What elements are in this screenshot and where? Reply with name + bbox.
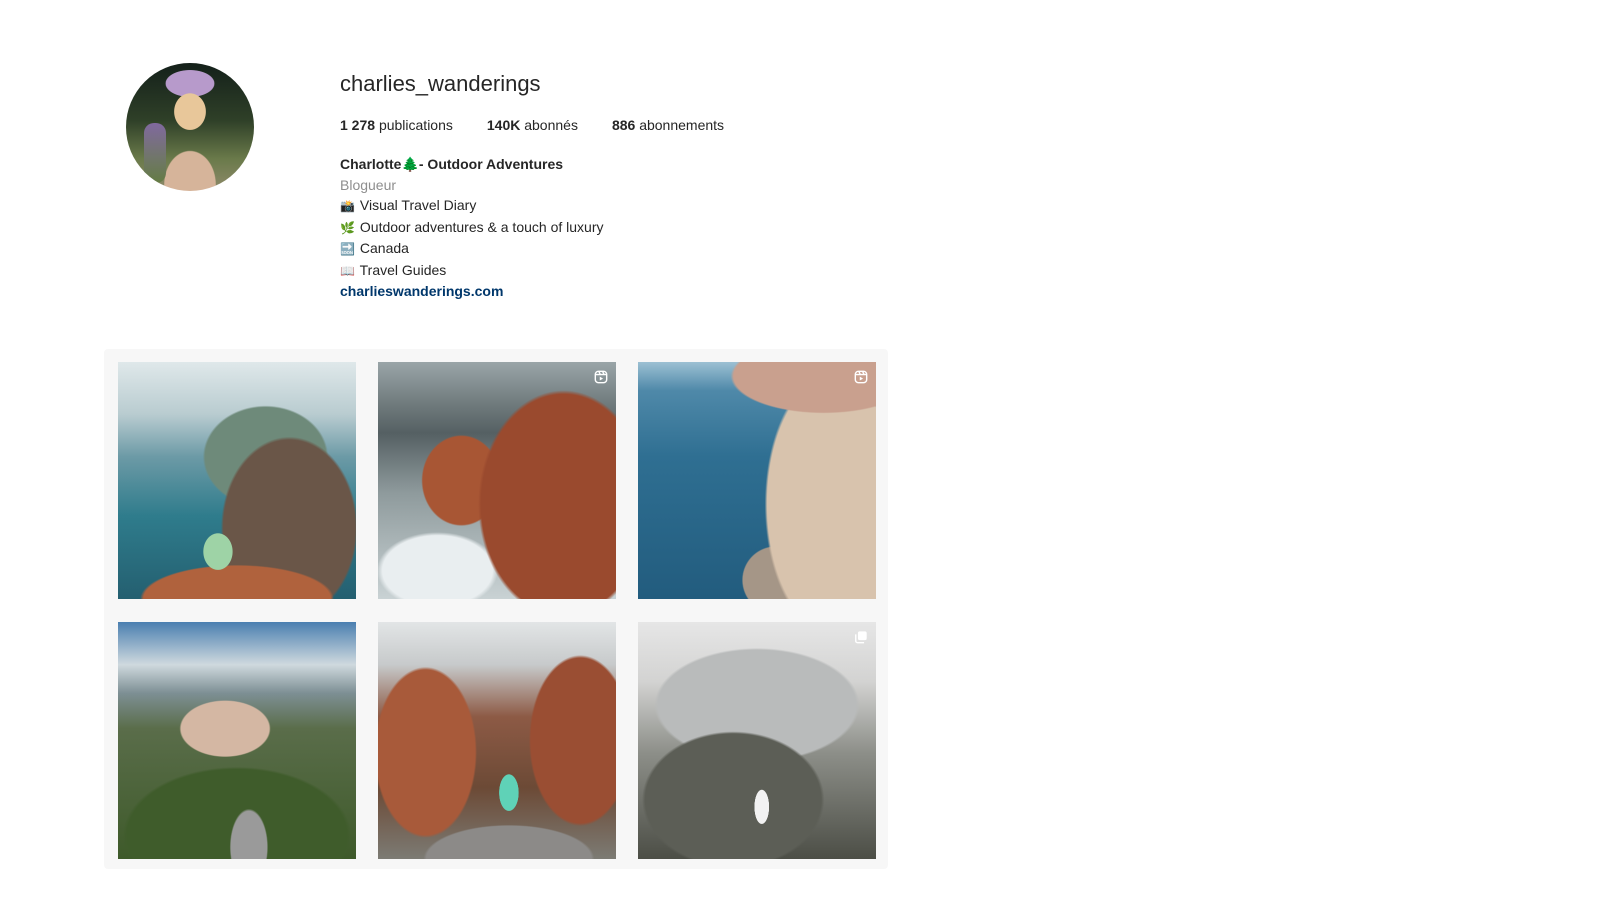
profile-header: charlies_wanderings 1 278 publications 1… [340,70,1060,302]
profile-avatar[interactable] [126,63,254,191]
bio-line-text: Visual Travel Diary [359,197,477,213]
following-stat[interactable]: 886 abonnements [612,116,724,134]
bio-line: 🔜 Canada [340,238,1060,260]
profile-bio: Charlotte🌲- Outdoor Adventures Blogueur … [340,154,1060,302]
bio-line: 📸 Visual Travel Diary [340,195,1060,217]
post-tile[interactable] [638,362,876,599]
post-tile[interactable] [378,622,616,859]
profile-category: Blogueur [340,176,397,193]
carousel-icon [854,630,868,644]
profile-display-name: Charlotte🌲- Outdoor Adventures [340,156,564,172]
post-photo-coastal-cliff [118,362,356,599]
following-label: abonnements [639,117,725,133]
post-tile[interactable] [638,622,876,859]
following-count: 886 [611,117,636,133]
open-book-icon: 📖 [340,263,355,278]
camera-icon: 📸 [340,199,355,213]
bio-line-text: Canada [359,240,409,256]
bio-line-text: Travel Guides [359,261,447,278]
profile-stats: 1 278 publications 140K abonnés 886 abon… [340,116,1060,134]
post-photo-mountain-village [118,622,356,859]
followers-stat[interactable]: 140K abonnés [487,116,578,134]
bio-line-text: Outdoor adventures & a touch of luxury [359,218,604,235]
followers-label: abonnés [524,117,578,133]
herb-icon: 🌿 [340,220,355,235]
bio-line: 🌿 Outdoor adventures & a touch of luxury [340,217,1060,239]
bio-line: 📖 Travel Guides [340,260,1060,282]
reel-icon [594,370,608,384]
post-photo-red-rock-canyon [378,622,616,859]
profile-username: charlies_wanderings [340,71,541,96]
profile-website-link[interactable]: charlieswanderings.com [340,281,503,302]
post-photo-misty-mountain [638,622,876,859]
posts-stat: 1 278 publications [340,116,453,134]
posts-label: publications [378,117,453,133]
soon-arrow-icon: 🔜 [340,242,355,256]
posts-count: 1 278 [340,117,376,133]
followers-count: 140K [486,117,521,133]
post-photo-cliffside-town [638,362,876,599]
post-tile[interactable] [118,622,356,859]
post-tile[interactable] [378,362,616,599]
post-tile[interactable] [118,362,356,599]
post-photo-red-rocks-tower [378,362,616,599]
reel-icon [854,370,868,384]
